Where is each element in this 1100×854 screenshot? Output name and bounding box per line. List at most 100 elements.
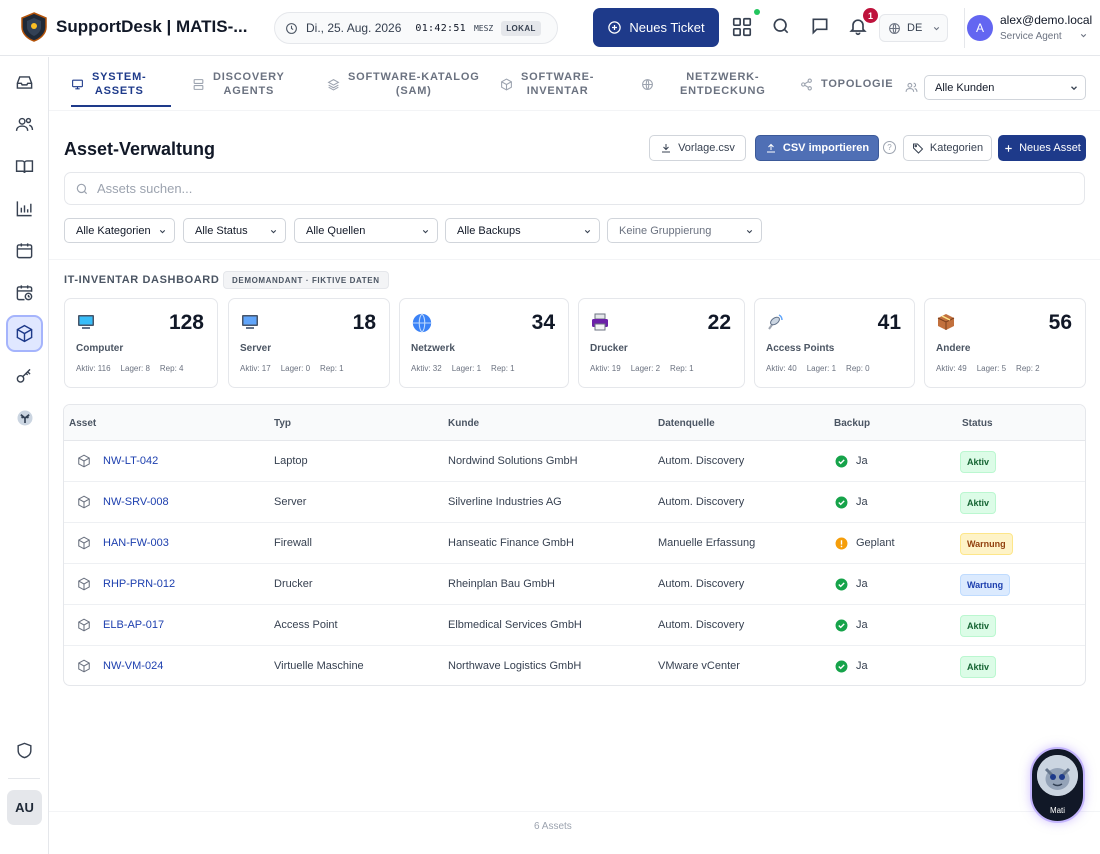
- table-row[interactable]: NW-VM-024 Virtuelle Maschine Northwave Log…: [64, 646, 1085, 685]
- tab-label: INVENTAR: [526, 85, 589, 97]
- asset-link[interactable]: ELB-AP-017: [103, 619, 164, 631]
- column-header[interactable]: Kunde: [448, 418, 479, 429]
- stat-card-netzwerk[interactable]: 34 Netzwerk Aktiv: 32 Lager: 1 Rep: 1: [399, 298, 569, 388]
- filter-status[interactable]: Alle Status: [183, 218, 286, 243]
- inbox-icon[interactable]: [6, 64, 43, 101]
- tab-label: DISCOVERY: [213, 71, 285, 83]
- stat-rep: Rep: 1: [670, 364, 694, 373]
- stat-rep: Rep: 2: [1016, 364, 1040, 373]
- search-placeholder: Assets suchen...: [97, 181, 193, 196]
- stat-card-computer[interactable]: 128 Computer Aktiv: 116 Lager: 8 Rep: 4: [64, 298, 218, 388]
- tab-discovery-agents[interactable]: DISCOVERY AGENTS: [192, 70, 285, 98]
- apps-grid-icon[interactable]: [731, 16, 753, 38]
- column-header[interactable]: Datenquelle: [658, 418, 715, 429]
- filter-grouping[interactable]: Keine Gruppierung: [607, 218, 762, 243]
- user-initials-avatar[interactable]: AU: [7, 790, 42, 825]
- categories-button[interactable]: Kategorien: [903, 135, 992, 161]
- table-row[interactable]: NW-LT-042 Laptop Nordwind Solutions GmbH Au…: [64, 441, 1085, 482]
- column-header[interactable]: Status: [962, 418, 993, 429]
- globe-icon: [889, 22, 900, 34]
- stat-aktiv: Aktiv: 49: [936, 364, 967, 373]
- column-header[interactable]: Typ: [274, 418, 291, 429]
- bot-icon[interactable]: [6, 399, 43, 436]
- tab-software-katalog[interactable]: SOFTWARE-KATALOG (SAM): [327, 70, 480, 98]
- filter-source[interactable]: Alle Quellen: [294, 218, 438, 243]
- calendar-icon[interactable]: [6, 232, 43, 269]
- cube-icon[interactable]: [6, 315, 43, 352]
- tab-system-assets[interactable]: SYSTEM- ASSETS: [71, 70, 147, 98]
- tab-topologie[interactable]: TOPOLOGIE: [800, 77, 893, 91]
- column-header[interactable]: Backup: [834, 418, 870, 429]
- new-ticket-label: Neues Ticket: [629, 20, 705, 35]
- new-ticket-button[interactable]: Neues Ticket: [593, 8, 719, 47]
- shield-icon[interactable]: [6, 732, 43, 769]
- asset-link[interactable]: HAN-FW-003: [103, 537, 169, 549]
- filter-value: Alle Kategorien: [76, 224, 151, 237]
- asset-link[interactable]: NW-SRV-008: [103, 496, 169, 508]
- csv-import-button[interactable]: CSV importieren: [755, 135, 879, 161]
- book-icon[interactable]: [6, 148, 43, 185]
- search-icon: [76, 183, 88, 194]
- stat-label: Access Points: [766, 343, 835, 354]
- assistant-launcher[interactable]: Mati: [1030, 747, 1085, 823]
- status-badge: Aktiv: [960, 615, 997, 637]
- tab-software-inventar[interactable]: SOFTWARE- INVENTAR: [500, 70, 594, 98]
- divider: [49, 259, 1100, 260]
- filter-value: Alle Quellen: [306, 224, 366, 237]
- cube-icon: [77, 659, 91, 673]
- chart-icon[interactable]: [6, 190, 43, 227]
- stat-card-drucker[interactable]: 22 Drucker Aktiv: 19 Lager: 2 Rep: 1: [578, 298, 745, 388]
- filter-category[interactable]: Alle Kategorien: [64, 218, 175, 243]
- current-time: 01:42:51: [415, 22, 466, 34]
- user-avatar[interactable]: A: [967, 15, 993, 41]
- asset-link[interactable]: NW-LT-042: [103, 455, 158, 467]
- calendar-clock-icon[interactable]: [6, 274, 43, 311]
- new-asset-label: Neues Asset: [1019, 142, 1081, 154]
- tab-label: SOFTWARE-KATALOG: [348, 71, 480, 83]
- chevron-down-icon[interactable]: [1079, 31, 1088, 40]
- tab-label: NETZWERK-: [686, 71, 760, 83]
- search-icon[interactable]: [771, 16, 793, 38]
- help-icon[interactable]: ?: [883, 141, 896, 154]
- asset-customer: Nordwind Solutions GmbH: [448, 455, 578, 467]
- chat-icon[interactable]: [810, 16, 832, 38]
- filter-backup[interactable]: Alle Backups: [445, 218, 600, 243]
- tab-netzwerk-entdeckung[interactable]: NETZWERK- ENTDECKUNG: [641, 70, 766, 98]
- status-badge: Aktiv: [960, 656, 997, 678]
- asset-link[interactable]: NW-VM-024: [103, 660, 163, 672]
- asset-search-input[interactable]: Assets suchen...: [64, 172, 1085, 205]
- table-row[interactable]: HAN-FW-003 Firewall Hanseatic Finance GmbH…: [64, 523, 1085, 564]
- customer-select[interactable]: Alle Kunden: [924, 75, 1086, 100]
- users-icon[interactable]: [6, 106, 43, 143]
- divider: [49, 811, 1100, 812]
- tab-label: (SAM): [395, 85, 432, 97]
- app-title: SupportDesk | MATIS-...: [56, 17, 248, 36]
- asset-customer: Silverline Industries AG: [448, 496, 562, 508]
- download-template-label: Vorlage.csv: [678, 142, 735, 154]
- status-badge: Aktiv: [960, 492, 997, 514]
- asset-customer: Elbmedical Services GmbH: [448, 619, 582, 631]
- stat-card-server[interactable]: 18 Server Aktiv: 17 Lager: 0 Rep: 1: [228, 298, 390, 388]
- cube-icon: [77, 618, 91, 632]
- asset-backup: Ja: [856, 455, 868, 467]
- clock-widget: Di., 25. Aug. 2026 01:42:51 MESZ LOKAL: [274, 12, 558, 44]
- chevron-down-icon: [746, 229, 753, 234]
- asset-link[interactable]: RHP-PRN-012: [103, 578, 175, 590]
- stat-rep: Rep: 0: [846, 364, 870, 373]
- table-row[interactable]: RHP-PRN-012 Drucker Rheinplan Bau GmbH Auto…: [64, 564, 1085, 605]
- asset-type: Access Point: [274, 619, 338, 631]
- plus-icon: [1005, 144, 1012, 152]
- language-select[interactable]: DE: [879, 14, 948, 42]
- table-row[interactable]: ELB-AP-017 Access Point Elbmedical Service…: [64, 605, 1085, 646]
- server-icon: [193, 78, 204, 90]
- key-icon[interactable]: [6, 358, 43, 395]
- download-template-button[interactable]: Vorlage.csv: [649, 135, 746, 161]
- stat-card-andere[interactable]: 56 Andere Aktiv: 49 Lager: 5 Rep: 2: [924, 298, 1086, 388]
- stat-card-access-points[interactable]: 41 Access Points Aktiv: 40 Lager: 1 Rep:…: [754, 298, 915, 388]
- column-header[interactable]: Asset: [69, 418, 96, 429]
- asset-backup: Ja: [856, 619, 868, 631]
- table-row[interactable]: NW-SRV-008 Server Silverline Industries AG…: [64, 482, 1085, 523]
- new-asset-button[interactable]: Neues Asset: [998, 135, 1086, 161]
- check-circle-icon: [835, 455, 848, 468]
- user-email[interactable]: alex@demo.local: [1000, 13, 1092, 27]
